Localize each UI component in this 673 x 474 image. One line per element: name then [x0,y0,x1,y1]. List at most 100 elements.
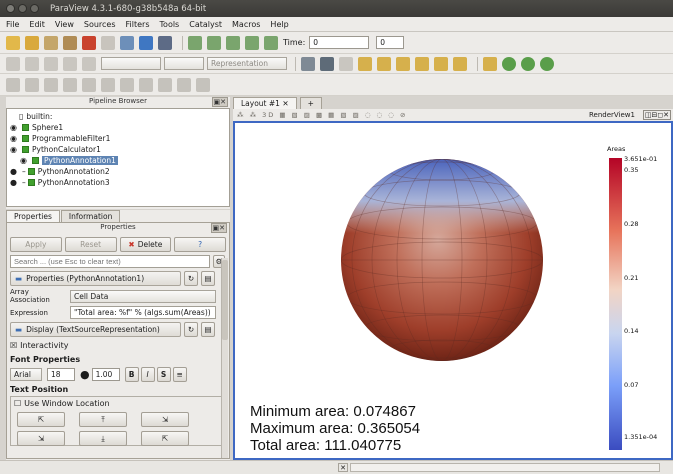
properties-search-input[interactable] [10,255,210,268]
eye-icon[interactable]: ◉ [20,156,29,165]
tab-layout-1[interactable]: Layout #1 ✕ [233,97,297,109]
array-association-select[interactable]: Cell Data [70,289,216,303]
previous-frame-icon[interactable] [207,35,221,50]
render-view[interactable]: Minimum area: 0.074867 Maximum area: 0.3… [233,121,673,460]
help-icon[interactable] [139,35,153,50]
save-data-icon[interactable] [44,35,58,50]
save-state-icon[interactable] [63,35,77,50]
panel-float-close-icon[interactable]: ▣✕ [210,223,227,233]
delete-button[interactable]: ✖ Delete [119,237,172,252]
rescale-custom-icon[interactable] [63,56,77,71]
opacity-spinbox[interactable]: 1.00 [91,368,120,381]
glyph-icon[interactable] [120,77,134,92]
edit-color-map-icon[interactable] [25,56,39,71]
font-family-select[interactable]: Arial [10,368,42,381]
section-display-header[interactable]: ▬ Display (TextSourceRepresentation) [10,322,181,337]
save-default-icon[interactable]: ▤ [201,322,215,337]
view-neg-x-icon[interactable] [377,56,391,71]
reset-camera-icon[interactable] [301,56,315,71]
redo-icon[interactable] [101,35,115,50]
eye-icon[interactable]: ● [10,167,19,176]
undo-icon[interactable] [82,35,96,50]
clip-icon[interactable] [44,77,58,92]
camera-undo-icon[interactable] [540,56,554,71]
font-size-spinbox[interactable]: 18 [47,368,75,381]
help-button[interactable]: ? [174,237,226,252]
representation-combo[interactable]: Representation [207,57,287,70]
color-picker-icon[interactable]: ● [80,368,90,381]
minimize-icon[interactable] [18,4,27,13]
rotate-icon[interactable] [483,56,497,71]
menu-help[interactable]: Help [270,20,288,29]
view-neg-y-icon[interactable] [415,56,429,71]
rescale-temporal-icon[interactable] [82,56,96,71]
reset-range-icon[interactable] [44,56,58,71]
view-pos-y-icon[interactable] [396,56,410,71]
stream-tracer-icon[interactable] [139,77,153,92]
pipeline-item-programmablefilter1[interactable]: ◉ ProgrammableFilter1 [7,133,229,144]
pipeline-item-pythonannotation3[interactable]: ● – PythonAnnotation3 [7,177,229,188]
interaction-mode-icon[interactable] [339,56,353,71]
position-upper-left-button[interactable]: ⇱ [17,412,65,427]
menu-macros[interactable]: Macros [232,20,260,29]
view-pos-x-icon[interactable] [358,56,372,71]
warp-icon[interactable] [158,77,172,92]
maximize-icon[interactable] [30,4,39,13]
new-layout-tab-button[interactable]: + [299,97,322,109]
menu-edit[interactable]: Edit [29,20,45,29]
pipeline-item-sphere1[interactable]: ◉ Sphere1 [7,122,229,133]
tab-information[interactable]: Information [60,210,121,222]
close-tab-icon[interactable]: ✕ [282,99,288,108]
view-neg-z-icon[interactable] [453,56,467,71]
contour-icon[interactable] [25,77,39,92]
menu-catalyst[interactable]: Catalyst [189,20,222,29]
close-icon[interactable] [6,4,15,13]
position-lower-center-button[interactable]: ⤓ [79,431,127,446]
expression-input[interactable]: "Total area: %f" % (algs.sum(Areas)) [70,306,216,319]
connect-icon[interactable] [120,35,134,50]
menu-tools[interactable]: Tools [160,20,180,29]
reload-icon[interactable]: ↻ [184,322,198,337]
extract-level-icon[interactable] [196,77,210,92]
slice-icon[interactable] [63,77,77,92]
rotate-cw-icon[interactable] [502,56,516,71]
rotate-ccw-icon[interactable] [521,56,535,71]
position-lower-left-button[interactable]: ⇲ [17,431,65,446]
pipeline-tree[interactable]: ▯ builtin: ◉ Sphere1 ◉ ProgrammableFilte… [6,108,230,207]
toggle-color-legend-icon[interactable] [6,56,20,71]
pipeline-item-builtin[interactable]: ▯ builtin: [7,111,229,122]
properties-scrollbar[interactable] [221,258,228,458]
color-by-combo[interactable] [101,57,161,70]
reload-icon[interactable]: ↻ [184,271,198,286]
settings-icon[interactable] [158,35,172,50]
eye-icon[interactable]: ◉ [10,134,19,143]
shadow-toggle[interactable]: S [156,367,171,382]
open-icon[interactable] [6,35,20,50]
last-frame-icon[interactable] [264,35,278,50]
eye-icon[interactable]: ◉ [10,123,19,132]
pipeline-item-pythonannotation2[interactable]: ● – PythonAnnotation2 [7,166,229,177]
bold-toggle[interactable]: B [124,367,139,382]
eye-icon[interactable]: ◉ [10,145,19,154]
use-window-location-checkbox[interactable]: ☐ [14,399,21,408]
zoom-to-data-icon[interactable] [320,56,334,71]
apply-button[interactable]: Apply [10,237,62,252]
open-recent-icon[interactable] [25,35,39,50]
threshold-icon[interactable] [82,77,96,92]
group-icon[interactable] [177,77,191,92]
view-toolbar-icons[interactable]: ⁂ ⁂ 3D ▦ ▧ ▨ ▩ ▦ ▧ ▨ ◌ ◌ ◌ ⊘ [237,111,407,119]
component-combo[interactable] [164,57,204,70]
italic-toggle[interactable]: I [140,367,155,382]
calculator-icon[interactable] [6,77,20,92]
eye-icon[interactable]: ● [10,178,19,187]
save-default-icon[interactable]: ▤ [201,271,215,286]
menu-filters[interactable]: Filters [126,20,150,29]
first-frame-icon[interactable] [188,35,202,50]
pipeline-item-pythoncalculator1[interactable]: ◉ PythonCalculator1 [7,144,229,155]
panel-float-close-icon[interactable]: ▣✕ [211,97,228,107]
section-properties-header[interactable]: ▬ Properties (PythonAnnotation1) [10,271,181,286]
menu-view[interactable]: View [55,20,74,29]
view-split-close-icons[interactable]: ◫⊟◻✕ [642,110,671,120]
reset-button[interactable]: Reset [64,237,117,252]
next-frame-icon[interactable] [245,35,259,50]
